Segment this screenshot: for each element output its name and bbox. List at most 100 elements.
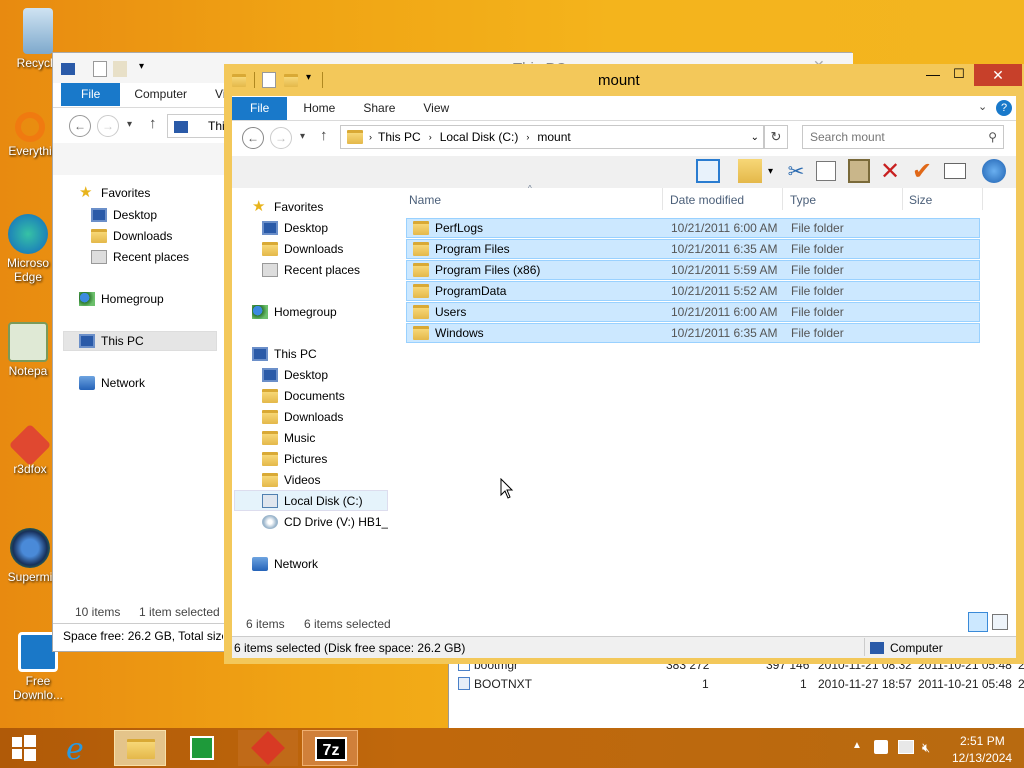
- delete-icon[interactable]: ✕: [878, 157, 902, 185]
- nav-desktop[interactable]: Desktop: [91, 208, 157, 222]
- properties-icon[interactable]: [262, 72, 276, 88]
- table-row[interactable]: Users 10/21/2011 6:00 AM File folder: [406, 302, 980, 322]
- back-icon[interactable]: ←: [242, 127, 264, 149]
- nav-cd-drive[interactable]: CD Drive (V:) HB1_C: [262, 515, 388, 529]
- cut-icon[interactable]: ✂: [784, 159, 808, 183]
- nav-downloads[interactable]: Downloads: [91, 229, 172, 243]
- edge-icon: [8, 214, 48, 254]
- taskbar-store[interactable]: [176, 730, 228, 766]
- help-icon[interactable]: ?: [996, 100, 1012, 116]
- maximize-icon[interactable]: ☐: [946, 66, 972, 86]
- nav-recent-places[interactable]: Recent places: [262, 263, 360, 277]
- breadcrumb-local-disk[interactable]: Local Disk (C:): [440, 130, 519, 144]
- copy-icon[interactable]: [816, 161, 836, 181]
- tab-home[interactable]: Home: [287, 97, 351, 120]
- nav-favorites[interactable]: ★ Favorites: [79, 185, 150, 200]
- address-dropdown-icon[interactable]: ⌄: [751, 132, 759, 143]
- start-button[interactable]: [0, 728, 48, 768]
- nav-homegroup[interactable]: Homegroup: [252, 305, 337, 319]
- desktop-icon-notepad[interactable]: Notepa: [0, 322, 60, 378]
- desktop-icon-edge[interactable]: Microso Edge: [0, 214, 60, 284]
- large-icons-view-icon[interactable]: [992, 614, 1008, 630]
- tab-file[interactable]: File: [232, 97, 288, 120]
- forward-icon[interactable]: →: [97, 115, 119, 137]
- tab-computer[interactable]: Computer: [120, 83, 201, 106]
- nav-videos[interactable]: Videos: [262, 473, 320, 487]
- forward-icon[interactable]: →: [270, 127, 292, 149]
- network-tray-icon[interactable]: [898, 740, 914, 754]
- nav-local-disk[interactable]: Local Disk (C:): [262, 494, 363, 508]
- nav-downloads[interactable]: Downloads: [262, 242, 343, 256]
- new-folder-icon[interactable]: [284, 74, 298, 87]
- rename-icon[interactable]: [944, 163, 966, 179]
- details-view-icon[interactable]: [968, 612, 988, 632]
- folder-icon: [413, 263, 429, 277]
- table-row[interactable]: ProgramData 10/21/2011 5:52 AM File fold…: [406, 281, 980, 301]
- column-size[interactable]: Size: [909, 193, 932, 207]
- recent-locations-icon[interactable]: ▾: [127, 119, 132, 130]
- search-input[interactable]: Search mount ⚲: [802, 125, 1004, 149]
- tab-file[interactable]: File: [61, 83, 121, 106]
- shell-icon[interactable]: [982, 159, 1006, 183]
- back-list-row[interactable]: BOOTNXT 1 1 2010-11-27 18:57 2011-10-21 …: [458, 677, 1024, 691]
- nav-pc-desktop[interactable]: Desktop: [262, 368, 328, 382]
- nav-pictures[interactable]: Pictures: [262, 452, 327, 466]
- nav-music[interactable]: Music: [262, 431, 315, 445]
- volume-muted-icon[interactable]: 🔇︎: [922, 740, 930, 756]
- nav-network[interactable]: Network: [252, 557, 318, 571]
- back-icon[interactable]: ←: [69, 115, 91, 137]
- table-row[interactable]: PerfLogs 10/21/2011 6:00 AM File folder: [406, 218, 980, 238]
- nav-recent-places[interactable]: Recent places: [91, 250, 189, 264]
- file-explorer-icon: [127, 739, 155, 759]
- up-icon[interactable]: ↑: [320, 127, 328, 144]
- breadcrumb-mount[interactable]: mount: [537, 130, 570, 144]
- paste-icon[interactable]: [848, 159, 870, 183]
- taskbar-ie[interactable]: e: [58, 730, 106, 767]
- breadcrumb-this-pc[interactable]: This PC: [378, 130, 421, 144]
- table-row[interactable]: Windows 10/21/2011 6:35 AM File folder: [406, 323, 980, 343]
- clock-date[interactable]: 12/13/2024: [952, 751, 1012, 765]
- new-folder-icon[interactable]: [113, 61, 127, 77]
- taskbar-7zip[interactable]: 7z: [302, 730, 358, 766]
- tab-view[interactable]: View: [407, 97, 465, 120]
- address-bar[interactable]: › This PC › Local Disk (C:) › mount ⌄: [340, 125, 764, 149]
- tray-chevron-icon[interactable]: ▲: [852, 740, 862, 751]
- checkmark-icon[interactable]: ✔: [910, 157, 934, 185]
- chevron-down-icon[interactable]: ▾: [139, 61, 144, 72]
- nav-documents[interactable]: Documents: [262, 389, 345, 403]
- nav-homegroup[interactable]: Homegroup: [79, 292, 164, 306]
- refresh-icon[interactable]: ↻: [764, 125, 788, 149]
- close-button[interactable]: ✕: [974, 64, 1022, 86]
- table-row[interactable]: Program Files (x86) 10/21/2011 5:59 AM F…: [406, 260, 980, 280]
- nav-network[interactable]: Network: [79, 376, 145, 390]
- action-center-icon[interactable]: [874, 740, 888, 754]
- tab-share[interactable]: Share: [351, 97, 407, 120]
- nav-this-pc[interactable]: This PC: [79, 334, 144, 348]
- minimize-icon[interactable]: —: [920, 66, 946, 86]
- up-icon[interactable]: ↑: [149, 115, 157, 132]
- properties-icon[interactable]: [93, 61, 107, 77]
- table-row[interactable]: Program Files 10/21/2011 6:35 AM File fo…: [406, 239, 980, 259]
- clock-time[interactable]: 2:51 PM: [960, 734, 1005, 748]
- nav-pc-downloads[interactable]: Downloads: [262, 410, 343, 424]
- chevron-down-icon[interactable]: ▾: [306, 72, 311, 83]
- recent-locations-icon[interactable]: ▾: [300, 131, 305, 142]
- nav-this-pc[interactable]: This PC: [252, 347, 317, 361]
- chevron-down-icon[interactable]: ▾: [768, 166, 773, 177]
- qat-icons: ▾: [61, 61, 151, 77]
- nav-favorites[interactable]: ★ Favorites: [252, 199, 323, 214]
- column-name[interactable]: Name: [409, 193, 441, 207]
- taskbar-r3dfox[interactable]: [238, 730, 298, 766]
- desktop-icon-r3dfox[interactable]: r3dfox: [0, 423, 60, 476]
- ribbon-expand-icon[interactable]: ⌄: [978, 100, 987, 113]
- preview-pane-icon[interactable]: [696, 159, 720, 183]
- search-icon: ⚲: [988, 130, 997, 144]
- column-divider: [982, 188, 983, 210]
- videos-folder-icon: [262, 473, 278, 487]
- nav-desktop[interactable]: Desktop: [262, 221, 328, 235]
- taskbar-explorer[interactable]: [114, 730, 166, 766]
- column-date[interactable]: Date modified: [670, 193, 744, 207]
- r3dfox-icon: [8, 423, 52, 467]
- properties-folder-icon[interactable]: [738, 159, 762, 183]
- column-type[interactable]: Type: [790, 193, 816, 207]
